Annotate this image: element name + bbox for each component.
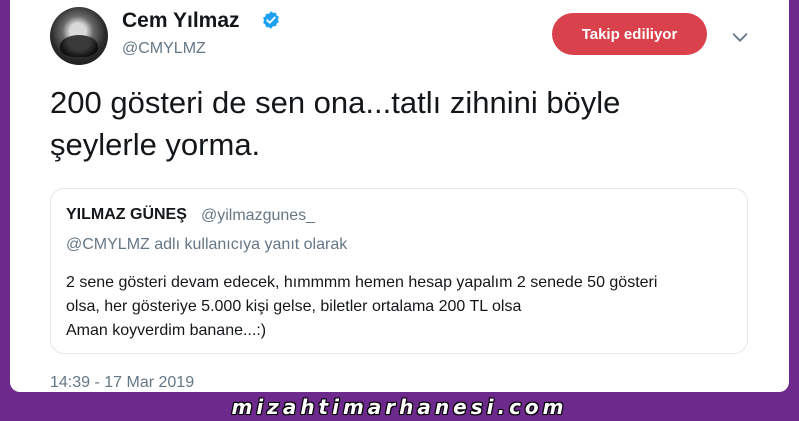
tweet-text: 200 gösteri de sen ona...tatlı zihnini b… (50, 82, 740, 166)
following-button[interactable]: Takip ediliyor (552, 13, 707, 55)
quoted-text-line: Aman koyverdim banane...:) (66, 322, 267, 339)
quoted-tweet[interactable]: YILMAZ GÜNEŞ @yilmazgunes_ @CMYLMZ adlı … (50, 188, 748, 354)
quoted-text-line: 2 sene gösteri devam edecek, hımmmm heme… (66, 274, 658, 291)
quoted-text-line: olsa, her gösteriye 5.000 kişi gelse, bi… (66, 298, 522, 315)
verified-badge-icon (263, 11, 279, 29)
quoted-author-handle: @yilmazgunes_ (201, 207, 316, 224)
tweet-text-line: şeylerle yorma. (50, 127, 261, 162)
quoted-tweet-text: 2 sene gösteri devam edecek, hımmmm heme… (66, 271, 726, 343)
author-handle[interactable]: @CMYLMZ (122, 40, 206, 58)
tweet-text-line: 200 gösteri de sen ona...tatlı zihnini b… (50, 85, 621, 120)
tweet-timestamp[interactable]: 14:39 - 17 Mar 2019 (50, 374, 194, 392)
tweet-card: Cem Yılmaz @CMYLMZ Takip ediliyor 200 gö… (10, 0, 789, 392)
site-watermark: mizahtimarhanesi.com (231, 395, 568, 419)
reply-context: @CMYLMZ adlı kullanıcıya yanıt olarak (66, 236, 348, 253)
author-avatar[interactable] (50, 7, 108, 65)
author-name[interactable]: Cem Yılmaz (122, 9, 240, 33)
quoted-author-name: YILMAZ GÜNEŞ (66, 206, 187, 223)
chevron-down-icon[interactable] (729, 26, 751, 48)
